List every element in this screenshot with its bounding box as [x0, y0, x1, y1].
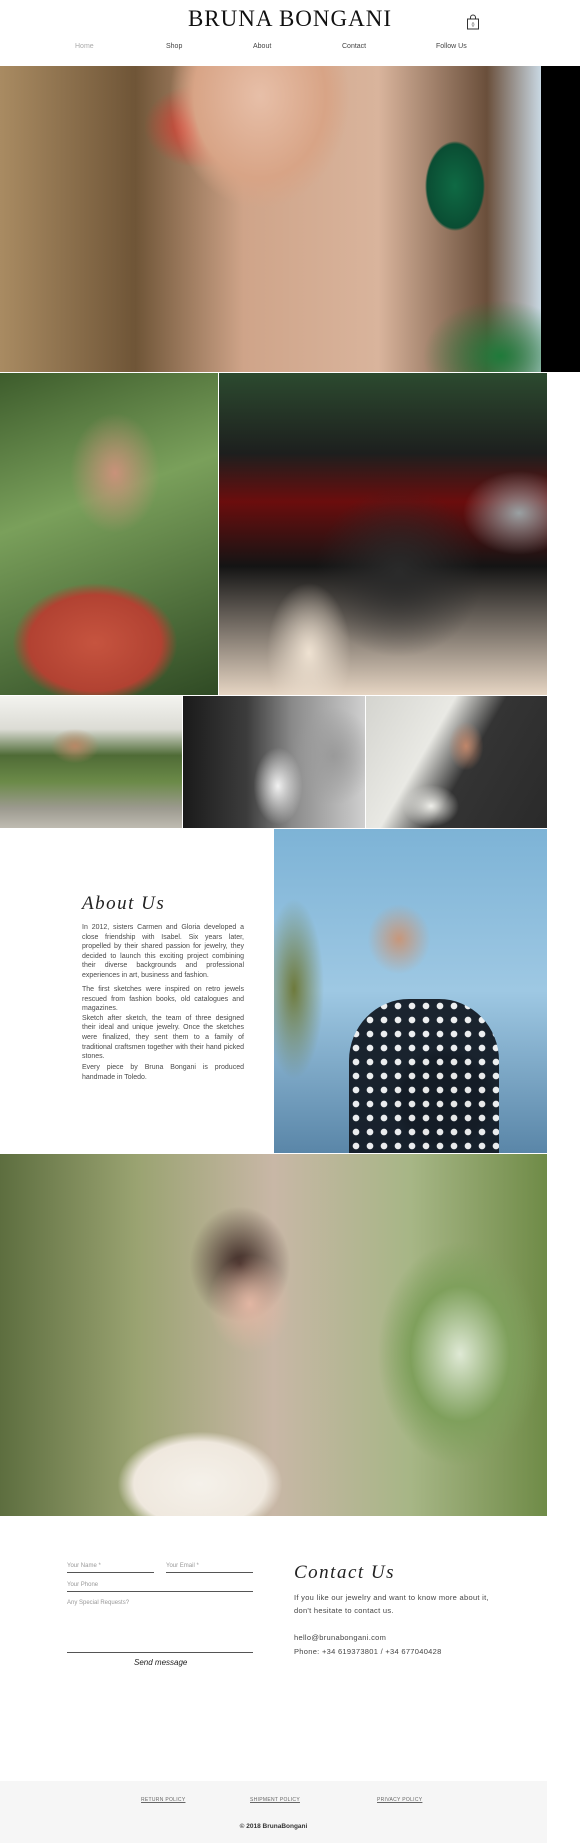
hero-image-red-flower: [0, 66, 541, 372]
copyright: © 2018 BrunaBongani: [239, 1823, 308, 1830]
contact-title: Contact Us: [294, 1562, 396, 1583]
cart-count: 0: [472, 23, 475, 29]
privacy-policy-link[interactable]: PRIVACY POLICY: [377, 1797, 422, 1803]
name-placeholder: Your Name *: [67, 1563, 101, 1569]
about-paragraph-2: The first sketches were inspired on retr…: [82, 986, 244, 1061]
about-title: About Us: [82, 893, 166, 914]
email-field[interactable]: Your Email *: [166, 1563, 253, 1573]
gallery-image-car-mirror: [0, 696, 182, 828]
nav-shop[interactable]: Shop: [166, 43, 182, 50]
contact-phone: Phone: +34 619373801 / +34 677040428: [294, 1647, 442, 1656]
shopping-bag-icon: 0: [467, 14, 479, 30]
phone-placeholder: Your Phone: [67, 1582, 99, 1588]
hero-side-bar: [541, 66, 580, 372]
gallery-image-black-white-portrait: [183, 696, 365, 828]
gallery-image-car-headlight: [366, 696, 547, 828]
requests-textarea[interactable]: Any Special Requests?: [67, 1600, 253, 1653]
send-message-button[interactable]: Send message: [134, 1658, 187, 1667]
nav-home[interactable]: Home: [75, 43, 94, 50]
nav-contact[interactable]: Contact: [342, 43, 366, 50]
shipment-policy-link[interactable]: SHIPMENT POLICY: [250, 1797, 300, 1803]
name-field[interactable]: Your Name *: [67, 1563, 154, 1573]
polka-dot-fabric: [349, 999, 499, 1153]
cart-button[interactable]: 0: [466, 14, 480, 30]
about-paragraph-3: Every piece by Bruna Bongani is produced…: [82, 1064, 244, 1081]
contact-intro: If you like our jewelry and want to know…: [294, 1593, 489, 1615]
gallery-image-red-dress-earrings: [0, 373, 218, 695]
nav-follow-us[interactable]: Follow Us: [436, 43, 467, 50]
nav-about[interactable]: About: [253, 43, 271, 50]
requests-placeholder: Any Special Requests?: [67, 1600, 130, 1606]
portrait-image-white-flowers: [0, 1154, 547, 1516]
footer: [0, 1781, 547, 1843]
phone-field[interactable]: Your Phone: [67, 1582, 253, 1592]
contact-email-link[interactable]: hello@brunabongani.com: [294, 1631, 494, 1644]
about-paragraph-1: In 2012, sisters Carmen and Gloria devel…: [82, 924, 244, 979]
brand-logo[interactable]: BRUNA BONGANI: [0, 6, 580, 32]
return-policy-link[interactable]: RETURN POLICY: [141, 1797, 185, 1803]
about-image-polka-dot: [274, 829, 547, 1153]
email-placeholder: Your Email *: [166, 1563, 199, 1569]
gallery-image-steering-wheel: [219, 373, 547, 695]
